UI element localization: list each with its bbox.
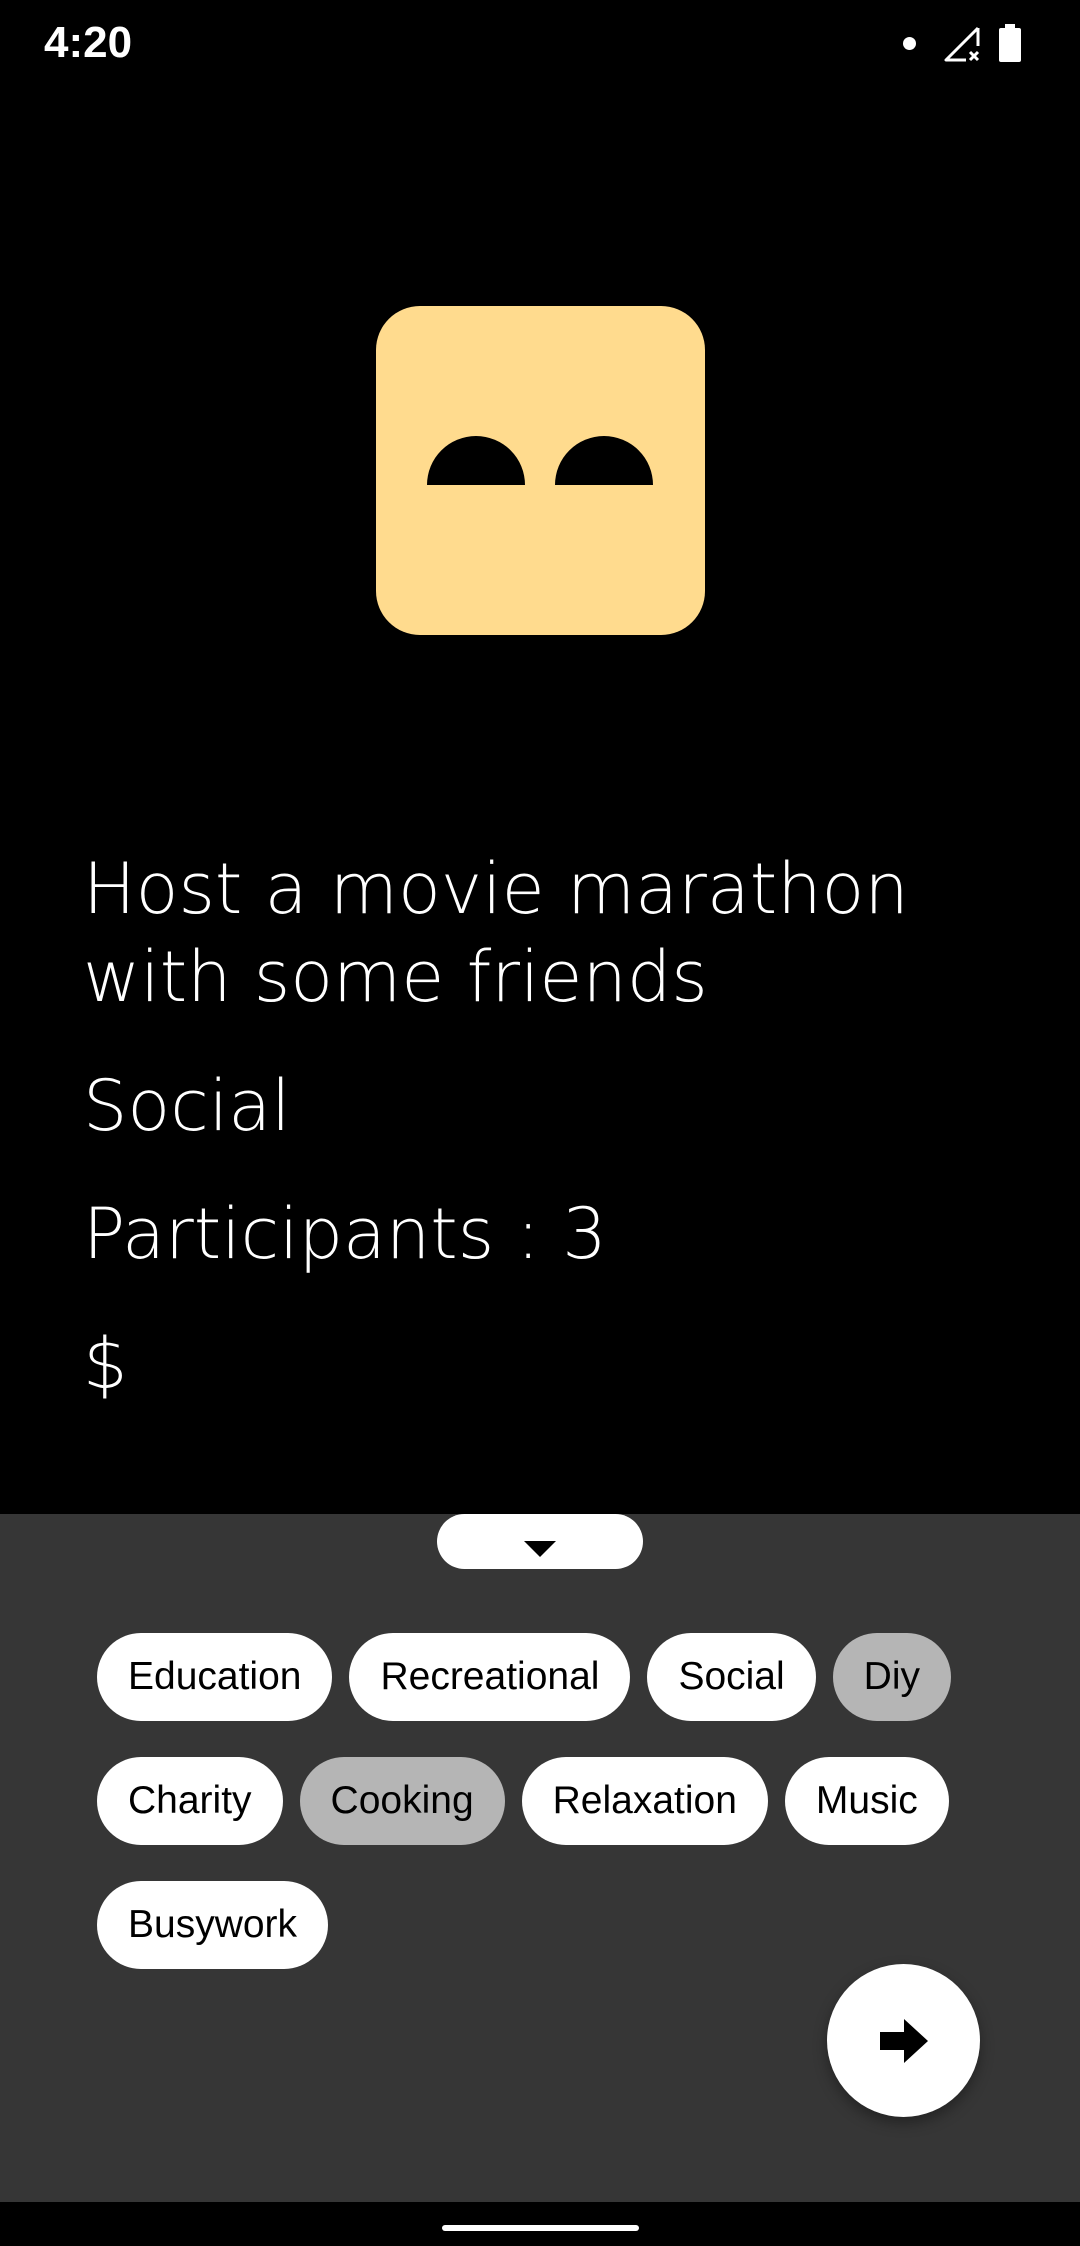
mascot-right-eye bbox=[555, 436, 653, 485]
chip-social[interactable]: Social bbox=[647, 1633, 816, 1721]
no-signal-icon bbox=[944, 26, 980, 62]
chip-row: Education Recreational Social Diy bbox=[97, 1633, 1017, 1721]
sheet-collapse-button[interactable] bbox=[437, 1514, 643, 1569]
chip-charity[interactable]: Charity bbox=[97, 1757, 283, 1845]
battery-icon bbox=[999, 24, 1021, 62]
home-gesture-handle[interactable] bbox=[442, 2225, 639, 2231]
next-activity-button[interactable] bbox=[827, 1964, 980, 2117]
chip-recreational[interactable]: Recreational bbox=[349, 1633, 631, 1721]
chip-busywork[interactable]: Busywork bbox=[97, 1881, 329, 1969]
navigation-bar bbox=[0, 2202, 1080, 2246]
activity-type: Social bbox=[83, 1065, 291, 1147]
activity-title: Host a movie marathon with some friends bbox=[83, 848, 909, 1018]
chip-diy[interactable]: Diy bbox=[832, 1633, 952, 1721]
chip-cooking[interactable]: Cooking bbox=[299, 1757, 505, 1845]
category-chips: Education Recreational Social Diy Charit… bbox=[97, 1633, 1017, 2005]
activity-participants: Participants : 3 bbox=[83, 1193, 607, 1275]
chip-row: Busywork bbox=[97, 1881, 1017, 1969]
notification-dot-icon bbox=[903, 37, 916, 50]
face-icon bbox=[376, 306, 705, 635]
status-bar: 4:20 bbox=[0, 0, 1080, 88]
chip-row: Charity Cooking Relaxation Music bbox=[97, 1757, 1017, 1845]
arrow-right-icon bbox=[879, 2018, 928, 2063]
status-time: 4:20 bbox=[44, 18, 133, 67]
activity-price: $ bbox=[83, 1323, 128, 1405]
filter-sheet: Education Recreational Social Diy Charit… bbox=[0, 1514, 1080, 2202]
chevron-down-icon bbox=[524, 1540, 556, 1557]
chip-music[interactable]: Music bbox=[784, 1757, 949, 1845]
mascot-left-eye bbox=[427, 436, 525, 485]
chip-relaxation[interactable]: Relaxation bbox=[521, 1757, 768, 1845]
chip-education[interactable]: Education bbox=[97, 1633, 333, 1721]
